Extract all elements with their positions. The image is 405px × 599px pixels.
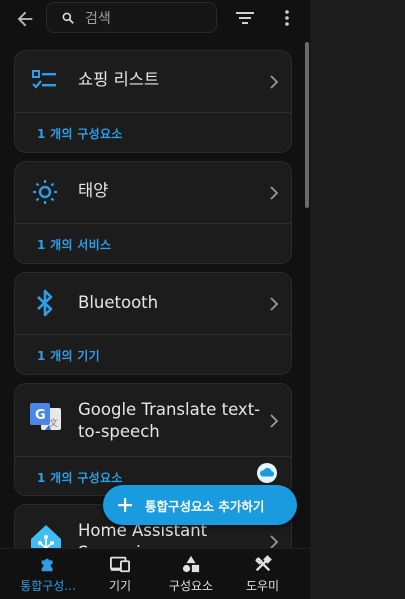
add-integration-button[interactable]: 통합구성요소 추가하기 — [103, 485, 297, 525]
background-panel — [310, 0, 405, 599]
bottom-navigation: 통합구성... 기기 구성요소 도우미 — [0, 548, 310, 599]
plus-icon — [118, 498, 132, 512]
checklist-icon — [32, 70, 56, 89]
integration-title: 태양 — [78, 181, 109, 200]
chevron-right-icon — [270, 535, 279, 549]
cloud-icon — [257, 463, 277, 483]
nav-label: 구성요소 — [168, 579, 214, 593]
devices-icon — [110, 556, 130, 573]
google-translate-icon: G 文 — [30, 403, 61, 430]
puzzle-icon — [41, 558, 53, 572]
chevron-right-icon — [270, 186, 279, 200]
card-divider — [15, 334, 291, 335]
top-bar: 검색 — [0, 0, 310, 40]
chevron-right-icon — [270, 414, 279, 428]
nav-label: 도우미 — [245, 579, 280, 593]
chevron-right-icon — [270, 75, 279, 89]
integration-card-sun[interactable]: 태양 1 개의 서비스 — [14, 161, 292, 264]
integration-title-line2: to-speech — [78, 422, 160, 441]
scrollbar[interactable] — [305, 42, 309, 208]
shapes-icon — [182, 555, 200, 573]
tools-icon — [254, 555, 272, 572]
integration-title-line1: Google Translate text- — [78, 400, 261, 419]
add-integration-label: 통합구성요소 추가하기 — [145, 498, 265, 514]
search-icon — [62, 12, 74, 24]
search-input[interactable]: 검색 — [46, 2, 217, 33]
nav-label: 통합구성... — [20, 579, 76, 593]
nav-item-helpers[interactable]: 도우미 — [235, 549, 290, 599]
more-vert-icon[interactable] — [279, 8, 295, 28]
svg-text:G: G — [35, 408, 46, 423]
card-divider — [15, 112, 291, 113]
card-divider — [15, 223, 291, 224]
bluetooth-icon — [37, 289, 53, 317]
nav-item-integrations[interactable]: 통합구성... — [10, 549, 86, 599]
search-placeholder: 검색 — [85, 10, 111, 27]
entity-count-link[interactable]: 1 개의 서비스 — [37, 236, 111, 253]
integrations-page: 검색 쇼핑 리스트 1 개의 구성요소 태양 1 개의 서비스 Bluetoot… — [0, 0, 310, 599]
entity-count-link[interactable]: 1 개의 구성요소 — [37, 469, 123, 486]
sun-icon — [33, 180, 57, 204]
integration-card-bluetooth[interactable]: Bluetooth 1 개의 기기 — [14, 272, 292, 375]
entity-count-link[interactable]: 1 개의 구성요소 — [37, 125, 123, 142]
integration-card-shopping-list[interactable]: 쇼핑 리스트 1 개의 구성요소 — [14, 50, 292, 153]
nav-label: 기기 — [108, 579, 132, 593]
nav-item-entities[interactable]: 구성요소 — [160, 549, 222, 599]
entity-count-link[interactable]: 1 개의 기기 — [37, 347, 100, 364]
integration-title: 쇼핑 리스트 — [78, 70, 160, 89]
arrow-left-icon[interactable] — [14, 8, 36, 30]
integration-title: Bluetooth — [78, 293, 159, 312]
svg-text:文: 文 — [49, 417, 58, 429]
nav-item-devices[interactable]: 기기 — [95, 549, 145, 599]
card-divider — [15, 456, 291, 457]
filter-icon[interactable] — [236, 10, 254, 26]
integration-card-google-translate[interactable]: G 文 Google Translate text- to-speech 1 개… — [14, 383, 292, 496]
chevron-right-icon — [270, 297, 279, 311]
